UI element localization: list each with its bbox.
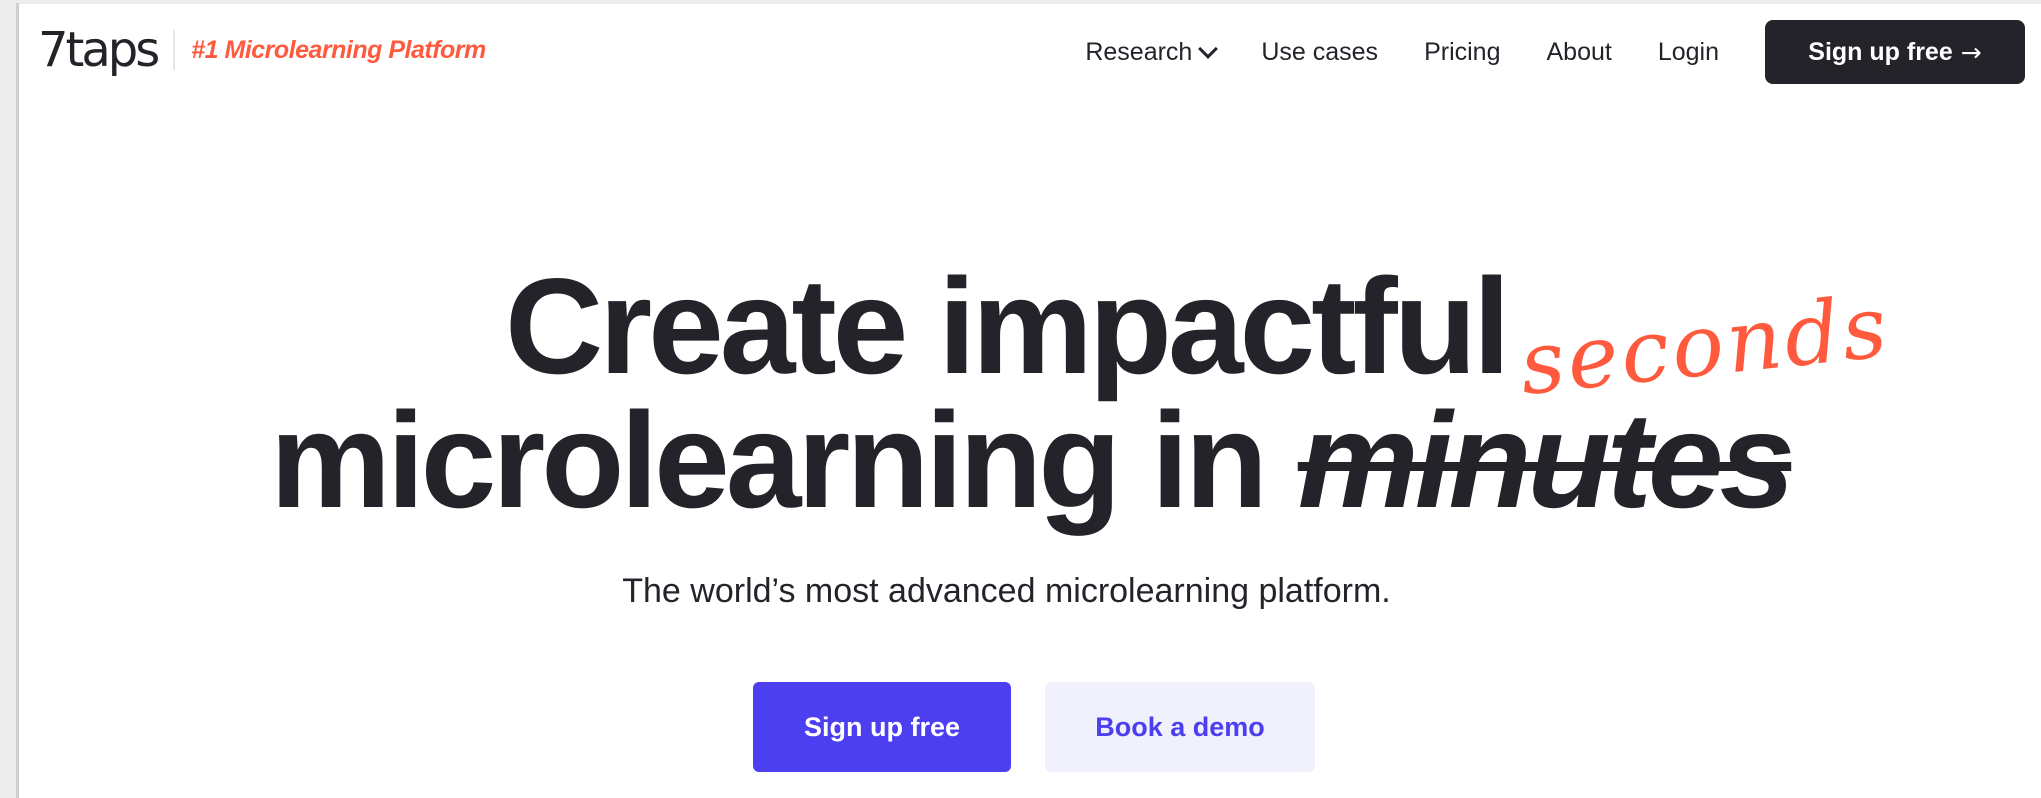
hero-headline-line2: microlearning in minutes [270,392,1795,528]
hero-headline-prefix: microlearning in [270,384,1298,536]
tagline: #1 Microlearning Platform [191,35,486,64]
nav-item-login[interactable]: Login [1658,38,1719,67]
nav-item-about[interactable]: About [1546,38,1611,67]
nav-sign-up-label: Sign up free [1808,37,1953,66]
nav-item-pricing[interactable]: Pricing [1424,38,1500,67]
hero-subtitle: The world’s most advanced microlearning … [622,572,1391,610]
logo[interactable]: 7taps [38,26,160,74]
hero-cta-row: Sign up free Book a demo [753,682,1315,772]
book-demo-button[interactable]: Book a demo [1045,682,1315,772]
nav-item-label: Login [1657,37,1719,66]
hero-headline-line1: Create impactful [505,250,1511,402]
nav-item-label: Research [1085,37,1193,66]
nav-sign-up-button[interactable]: Sign up free → [1765,20,2025,84]
arrow-right-icon: → [1960,37,1982,67]
nav-item-research[interactable]: Research [1085,37,1219,67]
sign-up-free-button[interactable]: Sign up free [753,682,1011,772]
nav-item-use-cases[interactable]: Use cases [1261,38,1378,67]
brand: 7taps #1 Microlearning Platform [38,14,486,86]
brand-divider [173,30,176,70]
main-nav: Research Use cases Pricing About Login S… [1085,20,2025,84]
chevron-down-icon [1198,38,1219,59]
nav-item-label: Pricing [1424,37,1501,66]
nav-item-label: Use cases [1261,37,1379,66]
nav-item-label: About [1546,37,1612,66]
frame-edge [16,3,19,798]
